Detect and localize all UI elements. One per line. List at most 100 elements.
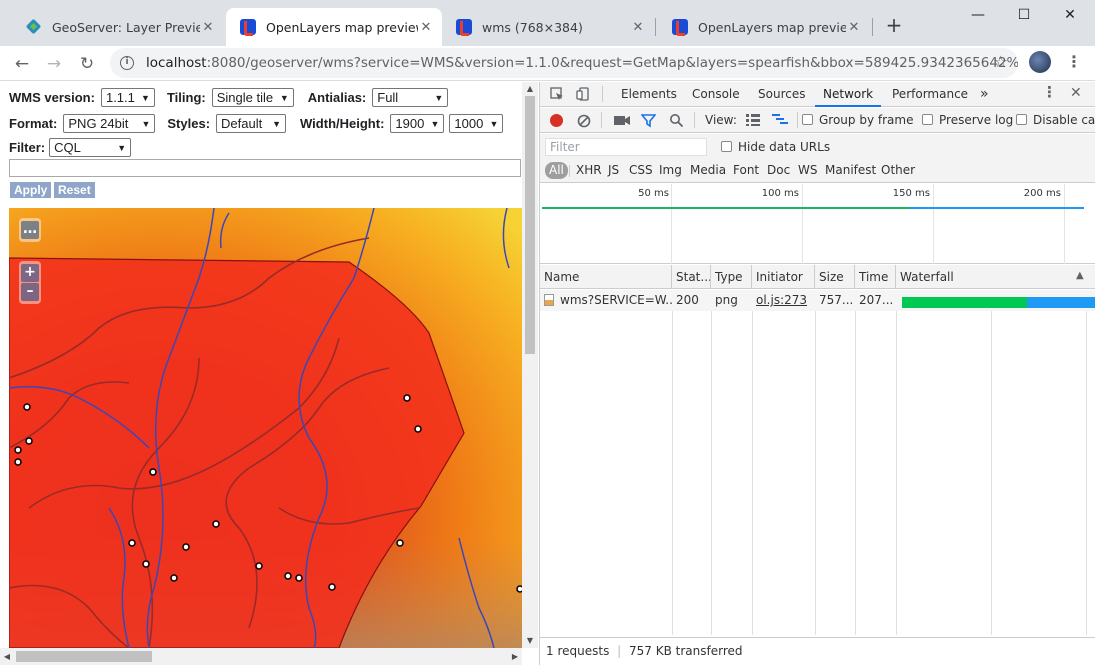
- tab-elements[interactable]: Elements: [613, 82, 685, 107]
- network-overview-timeline[interactable]: 50 ms 100 ms 150 ms 200 ms: [540, 184, 1095, 264]
- separator: [694, 112, 695, 128]
- large-rows-icon[interactable]: [746, 114, 760, 126]
- tab-openlayers-preview-active[interactable]: OpenLayers map preview ✕: [226, 8, 442, 46]
- scrollbar-thumb[interactable]: [525, 96, 535, 354]
- group-by-frame-option[interactable]: Group by frame: [802, 113, 913, 127]
- tab-geoserver-layer-preview[interactable]: GeoServer: Layer Preview ✕: [12, 8, 224, 46]
- browser-menu-icon[interactable]: ⋮: [1062, 50, 1086, 74]
- request-name-cell[interactable]: wms?SERVICE=W...: [540, 290, 672, 311]
- tab-network[interactable]: Network: [815, 82, 882, 107]
- close-icon[interactable]: ✕: [200, 20, 216, 35]
- scroll-up-icon[interactable]: ▲: [522, 82, 538, 96]
- type-filter-media[interactable]: Media: [690, 163, 726, 177]
- group-by-frame-checkbox[interactable]: [802, 114, 813, 125]
- tiling-select[interactable]: Single tile ▼: [211, 88, 294, 107]
- column-status[interactable]: Stat...: [672, 265, 711, 289]
- type-filter-img[interactable]: Img: [659, 163, 682, 177]
- map-viewport[interactable]: … + –: [9, 208, 522, 648]
- column-initiator[interactable]: Initiator: [752, 265, 815, 289]
- preserve-log-option[interactable]: Preserve log: [922, 113, 1013, 127]
- scrollbar-thumb[interactable]: [16, 651, 152, 662]
- reload-icon[interactable]: ↻: [73, 50, 101, 78]
- tab-wms-image[interactable]: wms (768×384) ✕: [442, 8, 654, 46]
- forward-arrow-icon[interactable]: →: [40, 50, 68, 78]
- reset-button[interactable]: Reset: [54, 182, 95, 198]
- scroll-right-icon[interactable]: ▶: [508, 648, 522, 665]
- antialias-select[interactable]: Full ▼: [372, 88, 449, 107]
- type-filter-js[interactable]: JS: [608, 163, 619, 177]
- tiling-label: Tiling:: [166, 90, 206, 105]
- waterfall-download-bar[interactable]: [1027, 297, 1095, 308]
- device-toolbar-icon[interactable]: [576, 87, 590, 101]
- apply-button[interactable]: Apply: [10, 182, 52, 198]
- zoom-out-button[interactable]: –: [21, 283, 39, 301]
- hide-data-urls-checkbox[interactable]: [721, 141, 732, 152]
- type-filter-manifest[interactable]: Manifest: [825, 163, 876, 177]
- new-tab-button[interactable]: +: [882, 14, 906, 38]
- window-close-icon[interactable]: ✕: [1047, 4, 1093, 26]
- record-icon[interactable]: [550, 114, 563, 127]
- wms-version-value: 1.1.1: [105, 90, 135, 105]
- devtools-menu-icon[interactable]: ⋮: [1042, 83, 1057, 101]
- profile-avatar[interactable]: [1029, 51, 1051, 73]
- network-filter-input[interactable]: Filter: [545, 138, 707, 156]
- wms-version-select[interactable]: 1.1.1 ▼: [100, 88, 155, 107]
- url-text[interactable]: localhost:8080/geoserver/wms?service=WMS…: [146, 55, 1018, 71]
- waterfall-overview-icon[interactable]: [772, 114, 788, 126]
- tab-console[interactable]: Console: [684, 82, 748, 107]
- minimize-icon[interactable]: —: [955, 4, 1001, 26]
- format-select[interactable]: PNG 24bit ▼: [63, 114, 156, 133]
- map-image[interactable]: [9, 208, 522, 648]
- search-icon[interactable]: [669, 113, 684, 128]
- column-name[interactable]: Name: [540, 265, 672, 289]
- column-waterfall[interactable]: Waterfall: [896, 265, 1095, 289]
- close-icon[interactable]: ✕: [418, 20, 434, 35]
- hide-data-urls-option[interactable]: Hide data URLs: [721, 140, 830, 154]
- type-filter-css[interactable]: CSS: [629, 163, 653, 177]
- back-arrow-icon[interactable]: ←: [8, 50, 36, 78]
- waterfall-waiting-bar[interactable]: [902, 297, 1027, 308]
- close-devtools-icon[interactable]: ✕: [1070, 85, 1082, 101]
- type-filter-font[interactable]: Font: [733, 163, 759, 177]
- column-size[interactable]: Size: [815, 265, 855, 289]
- scroll-down-icon[interactable]: ▼: [522, 634, 538, 648]
- zoom-in-button[interactable]: +: [21, 264, 39, 282]
- more-options-button[interactable]: …: [21, 221, 39, 239]
- table-row[interactable]: wms?SERVICE=W... 200 png ol.js:273 757..…: [540, 290, 1095, 311]
- type-filter-other[interactable]: Other: [881, 163, 915, 177]
- page-horizontal-scrollbar[interactable]: ◀ ▶: [0, 648, 522, 665]
- inspect-element-icon[interactable]: [550, 87, 564, 101]
- scroll-left-icon[interactable]: ◀: [0, 648, 14, 665]
- type-filter-doc[interactable]: Doc: [767, 163, 790, 177]
- styles-select[interactable]: Default ▼: [216, 114, 287, 133]
- filter-type-select[interactable]: CQL ▼: [49, 138, 132, 157]
- type-filter-xhr[interactable]: XHR: [576, 163, 602, 177]
- type-filter-all[interactable]: All: [545, 162, 568, 179]
- tab-performance[interactable]: Performance: [884, 82, 976, 107]
- page-vertical-scrollbar[interactable]: ▲ ▼: [522, 82, 538, 648]
- info-icon[interactable]: i: [120, 56, 134, 70]
- column-time[interactable]: Time: [855, 265, 896, 289]
- clear-icon[interactable]: [577, 114, 591, 128]
- screenshot-camera-icon[interactable]: [614, 114, 630, 127]
- address-bar[interactable]: i localhost:8080/geoserver/wms?service=W…: [110, 48, 1018, 78]
- preserve-log-checkbox[interactable]: [922, 114, 933, 125]
- width-select[interactable]: 1900 ▼: [390, 114, 445, 133]
- column-type[interactable]: Type: [711, 265, 752, 289]
- map-toolbar-toggle[interactable]: …: [19, 218, 41, 242]
- more-tabs-icon[interactable]: »: [972, 82, 997, 107]
- close-icon[interactable]: ✕: [630, 20, 646, 35]
- tab-openlayers-preview-2[interactable]: OpenLayers map preview ✕: [658, 8, 870, 46]
- filter-funnel-icon[interactable]: [641, 113, 656, 128]
- sort-ascending-icon[interactable]: ▲: [1076, 270, 1084, 281]
- bookmark-star-icon[interactable]: ☆: [994, 52, 1008, 71]
- type-filter-ws[interactable]: WS: [798, 163, 817, 177]
- disable-cache-checkbox[interactable]: [1016, 114, 1027, 125]
- height-select[interactable]: 1000 ▼: [449, 114, 504, 133]
- disable-cache-option[interactable]: Disable cac: [1016, 113, 1095, 127]
- tab-sources[interactable]: Sources: [750, 82, 813, 107]
- maximize-icon[interactable]: ☐: [1001, 4, 1047, 26]
- close-icon[interactable]: ✕: [846, 20, 862, 35]
- request-initiator-link[interactable]: ol.js:273: [756, 290, 815, 311]
- filter-input[interactable]: [9, 159, 521, 177]
